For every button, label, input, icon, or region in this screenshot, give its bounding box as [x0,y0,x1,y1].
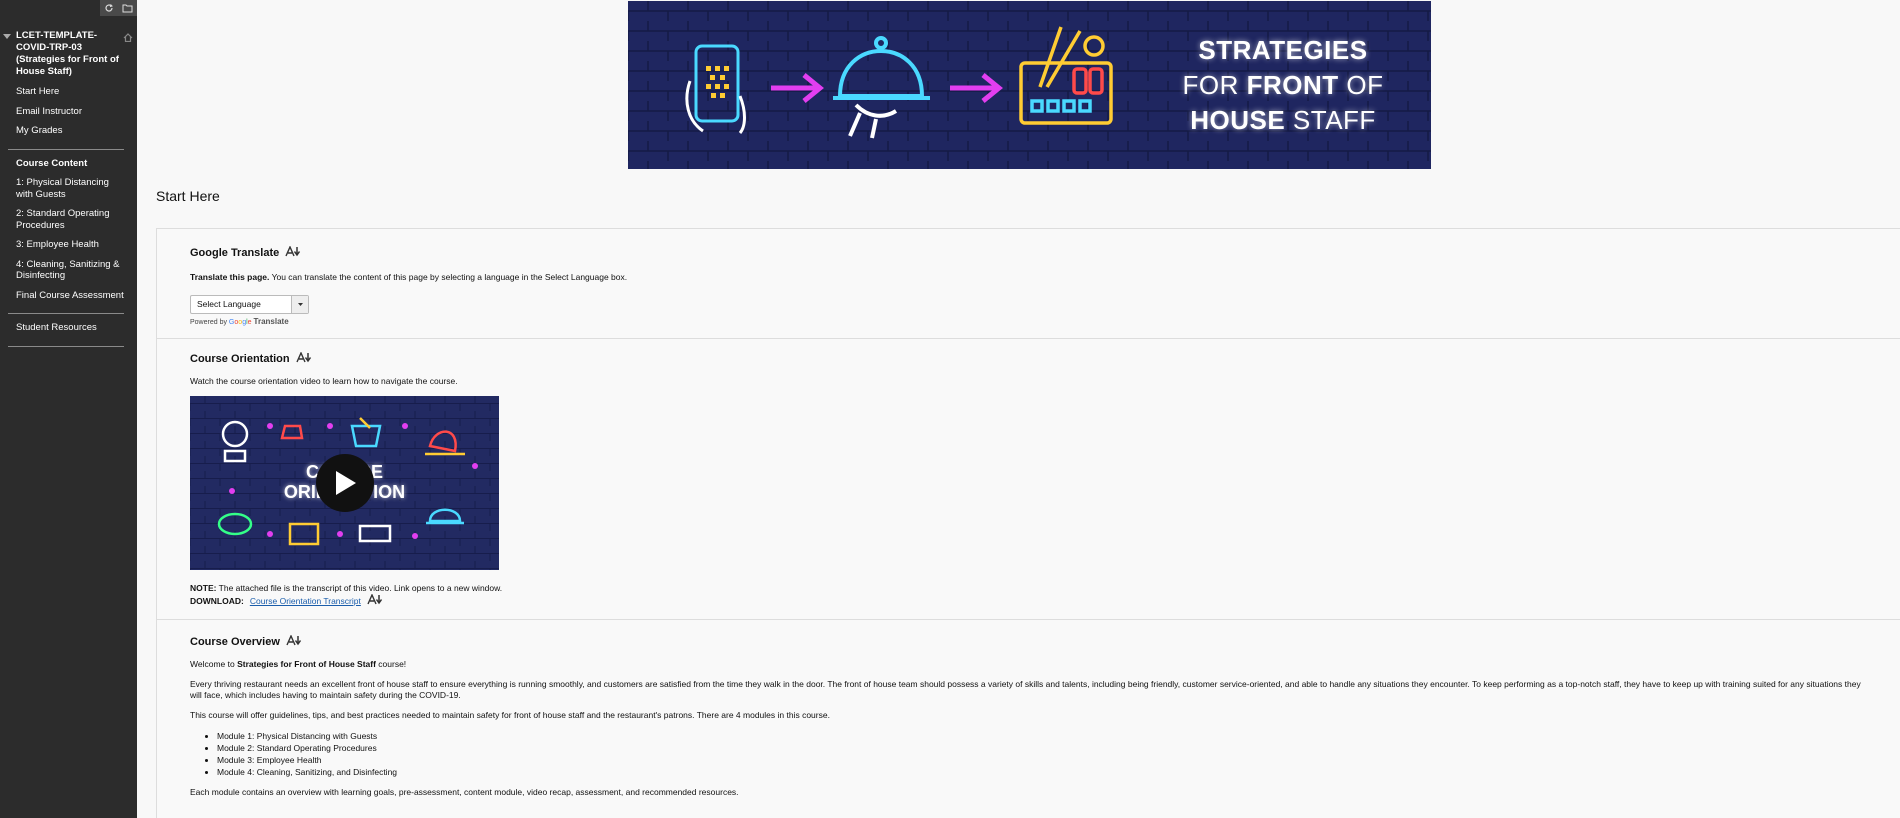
google-logo: Google [228,318,252,326]
welcome-text-c: course! [375,659,407,669]
note-text: The attached file is the transcript of t… [216,583,503,593]
orientation-download: DOWNLOAD: Course Orientation Transcript [190,593,1900,608]
sidebar-divider [8,313,124,314]
item-heading: Course Overview [190,634,1861,649]
module-list: Module 1: Physical Distancing with Guest… [190,730,1861,778]
sidebar-divider [8,148,124,150]
module-list-item: Module 2: Standard Operating Procedures [217,742,1861,754]
transcript-download-link[interactable]: Course Orientation Transcript [250,596,361,607]
page-title: Start Here [156,188,220,204]
content-item-course-orientation: Course Orientation Watch the course orie… [157,338,1900,608]
module-list-item: Module 1: Physical Distancing with Guest… [217,730,1861,742]
refresh-icon[interactable] [104,3,114,13]
course-menu-sidebar: LCET-TEMPLATE-COVID-TRP-03 (Strategies f… [0,0,137,818]
accessibility-alt-formats-icon[interactable] [295,351,313,366]
sidebar-item-final-assessment[interactable]: Final Course Assessment [16,290,126,302]
sidebar-item-start-here[interactable]: Start Here [16,86,126,98]
orientation-text: Watch the course orientation video to le… [190,376,458,386]
accessibility-alt-formats-icon[interactable] [285,245,302,260]
sidebar-item-my-grades[interactable]: My Grades [16,125,126,137]
banner-title-line-2b: FRONT [1246,70,1339,100]
item-heading: Google Translate [190,245,1900,260]
sidebar-item-student-resources[interactable]: Student Resources [16,322,126,334]
overview-paragraph-1: Every thriving restaurant needs an excel… [190,679,1861,700]
sidebar-item-course-content[interactable]: Course Content [16,158,126,170]
play-button[interactable] [316,454,374,512]
sidebar-toolbar [0,0,137,16]
sidebar-divider [8,345,124,347]
banner-title-line-1: STRATEGIES [1198,35,1368,65]
translate-intro-text: You can translate the content of this pa… [269,272,628,282]
translate-intro-bold: Translate this page. [190,272,270,282]
module-list-item: Module 4: Cleaning, Sanitizing, and Disi… [217,766,1861,778]
course-title[interactable]: LCET-TEMPLATE-COVID-TRP-03 (Strategies f… [16,30,120,78]
overview-welcome: Welcome to Strategies for Front of House… [190,659,1861,670]
sidebar-item-module-2[interactable]: 2: Standard Operating Procedures [16,208,126,231]
translate-link[interactable]: Translate [254,317,289,326]
welcome-course-name: Strategies for Front of House Staff [237,659,376,669]
powered-by-google: Powered by Google Translate [190,317,1900,326]
item-heading-text[interactable]: Google Translate [190,247,279,259]
overview-paragraph-3: Each module contains an overview with le… [190,787,739,797]
sidebar-toolbar-icons [100,0,137,16]
collapse-caret-icon[interactable] [3,34,11,39]
module-list-item: Module 3: Employee Health [217,754,1861,766]
item-heading-text[interactable]: Course Overview [190,636,280,648]
orientation-note: NOTE: The attached file is the transcrip… [190,583,1900,594]
translate-intro: Translate this page. You can translate t… [190,272,1900,283]
note-label: NOTE: [190,583,217,593]
accessibility-alt-formats-icon[interactable] [367,593,384,608]
language-select[interactable]: Select Language [190,294,309,314]
item-heading: Course Orientation [190,351,1900,366]
sidebar-item-module-4[interactable]: 4: Cleaning, Sanitizing & Disinfecting [16,259,126,282]
powered-by-text: Powered by [190,318,227,326]
folder-icon[interactable] [122,3,133,13]
content-list: Google Translate Translate this page. Yo… [156,228,1900,818]
download-label: DOWNLOAD: [190,595,244,606]
sidebar-item-email-instructor[interactable]: Email Instructor [16,106,126,118]
banner-title-line-2c: OF [1338,70,1384,100]
item-heading-text[interactable]: Course Orientation [190,353,290,365]
home-icon[interactable] [123,29,133,47]
course-banner: STRATEGIES FOR FRONT OF HOUSE STAFF [628,1,1431,169]
orientation-video-player[interactable]: COURSE ORIENTATION [190,396,499,570]
banner-title-line-3a: HOUSE [1190,105,1286,135]
language-select-value: Select Language [197,299,261,309]
main-content: STRATEGIES FOR FRONT OF HOUSE STAFF Star… [138,0,1900,818]
overview-paragraph-2: This course will offer guidelines, tips,… [190,710,830,720]
sidebar-item-module-3[interactable]: 3: Employee Health [16,239,126,251]
banner-title-line-3b: STAFF [1285,105,1376,135]
dropdown-arrow-icon[interactable] [291,295,308,313]
content-item-course-overview: Course Overview Welcome to Strategies fo… [157,619,1900,798]
accessibility-alt-formats-icon[interactable] [286,634,303,649]
banner-title-line-2a: FOR [1182,70,1247,100]
banner-title: STRATEGIES FOR FRONT OF HOUSE STAFF [1163,33,1403,138]
sidebar-item-module-1[interactable]: 1: Physical Distancing with Guests [16,177,126,200]
play-icon [336,471,356,495]
course-header: LCET-TEMPLATE-COVID-TRP-03 (Strategies f… [0,16,137,78]
welcome-text-a: Welcome to [190,659,238,669]
content-item-google-translate: Google Translate Translate this page. Yo… [157,245,1900,326]
